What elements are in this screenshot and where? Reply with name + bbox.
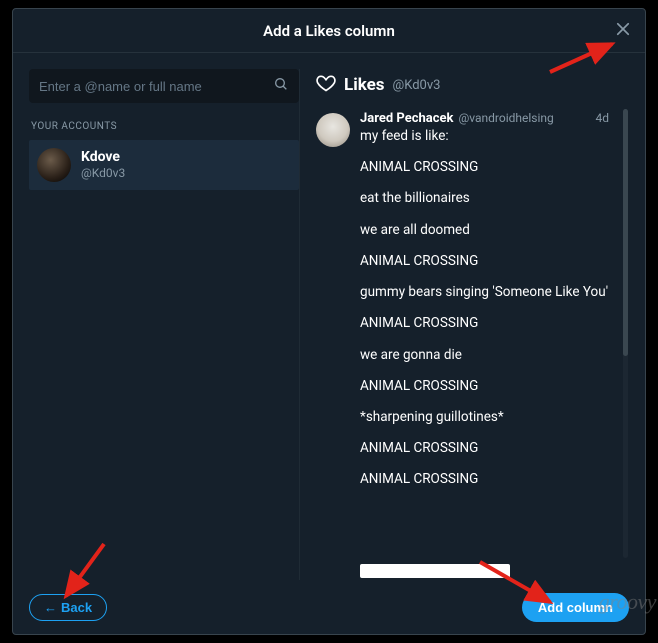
tweet[interactable]: Jared Pechacek @vandroidhelsing 4d my fe…: [316, 107, 623, 493]
account-handle: @Kd0v3: [81, 166, 125, 180]
tweet-line: ANIMAL CROSSING: [360, 439, 613, 457]
tweet-line: gummy bears singing 'Someone Like You': [360, 283, 613, 301]
column-title: Likes: [344, 75, 385, 95]
modal-title: Add a Likes column: [263, 22, 395, 40]
tweet-line: ANIMAL CROSSING: [360, 158, 613, 176]
account-name: Kdove: [81, 149, 125, 166]
tweet-line: ANIMAL CROSSING: [360, 377, 613, 395]
search-box[interactable]: [29, 69, 299, 103]
tweet-avatar: [316, 113, 350, 147]
tweet-text: my feed is like: ANIMAL CROSSING eat the b…: [360, 127, 613, 489]
tweet-handle: @vandroidhelsing: [459, 111, 554, 125]
back-button-label: Back: [61, 600, 92, 615]
back-button[interactable]: ← Back: [29, 594, 107, 621]
add-column-button[interactable]: Add column: [522, 593, 629, 622]
arrow-left-icon: ←: [44, 600, 57, 615]
account-item[interactable]: Kdove @Kd0v3: [29, 140, 299, 190]
scrollbar-thumb[interactable]: [623, 109, 628, 356]
modal-header: Add a Likes column: [13, 9, 645, 53]
column-handle: @Kd0v3: [393, 78, 441, 93]
tweet-header: Jared Pechacek @vandroidhelsing 4d: [360, 111, 613, 126]
feed[interactable]: Jared Pechacek @vandroidhelsing 4d my fe…: [300, 107, 629, 580]
avatar: [37, 148, 71, 182]
tweet-line: ANIMAL CROSSING: [360, 314, 613, 332]
tweet-body: Jared Pechacek @vandroidhelsing 4d my fe…: [360, 111, 613, 489]
tweet-line: eat the billionaires: [360, 189, 613, 207]
close-button[interactable]: [611, 19, 635, 43]
column-header: Likes @Kd0v3: [300, 69, 629, 107]
tweet-line: *sharpening guillotines*: [360, 408, 613, 426]
heart-icon: [316, 73, 336, 97]
preview-panel: Likes @Kd0v3 Jared Pechacek @vandroidhel…: [299, 69, 629, 580]
account-text: Kdove @Kd0v3: [81, 149, 125, 180]
tweet-line: my feed is like:: [360, 127, 613, 145]
tweet-line: we are all doomed: [360, 221, 613, 239]
search-input[interactable]: [39, 79, 273, 94]
scrollbar[interactable]: [623, 109, 628, 558]
accounts-section-label: YOUR ACCOUNTS: [29, 121, 299, 132]
tweet-time: 4d: [595, 111, 613, 125]
tweet-line: we are gonna die: [360, 346, 613, 364]
modal-footer: ← Back Add column: [13, 580, 645, 634]
left-panel: YOUR ACCOUNTS Kdove @Kd0v3: [29, 69, 299, 580]
text-selection: [360, 564, 510, 578]
search-icon: [273, 76, 289, 96]
tweet-author: Jared Pechacek: [360, 111, 454, 126]
close-icon: [614, 20, 632, 42]
tweet-line: ANIMAL CROSSING: [360, 470, 613, 488]
tweet-line: ANIMAL CROSSING: [360, 252, 613, 270]
add-column-modal: Add a Likes column YOUR ACCOUNTS Kdove @…: [12, 8, 646, 635]
modal-body: YOUR ACCOUNTS Kdove @Kd0v3 Likes @Kd0v3: [13, 53, 645, 580]
